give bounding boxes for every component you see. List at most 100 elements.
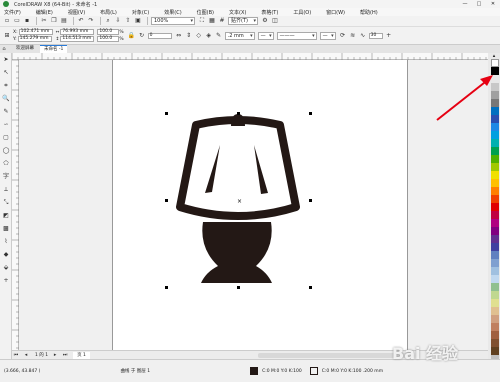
color-swatch[interactable] [491, 179, 499, 187]
last-page-icon[interactable]: ⏭ [61, 351, 69, 359]
wrap-text-icon[interactable]: ≋ [349, 32, 357, 40]
export-icon[interactable]: ⇧ [124, 17, 132, 25]
close-button[interactable]: ✕ [486, 0, 500, 8]
menu-edit[interactable]: 编辑(E) [36, 9, 53, 16]
color-swatch[interactable] [491, 331, 499, 339]
pick-tool-icon[interactable]: ➤ [0, 53, 12, 66]
color-swatch[interactable] [491, 75, 499, 83]
start-arrow-select[interactable]: — [257, 31, 274, 40]
color-swatch[interactable] [491, 251, 499, 259]
y-position-field[interactable]: 145.279 mm [17, 36, 52, 42]
search-icon[interactable]: ⌕ [104, 17, 112, 25]
first-page-icon[interactable]: ⏮ [12, 351, 20, 359]
scale-x-field[interactable]: 100.0 [97, 29, 120, 35]
import-icon[interactable]: ⇩ [114, 17, 122, 25]
interactive-fill-icon[interactable]: ◆ [0, 248, 12, 261]
full-screen-icon[interactable]: ⛶ [198, 17, 206, 25]
home-icon[interactable]: ⌂ [0, 45, 8, 53]
transparency-icon[interactable]: ▩ [0, 222, 12, 235]
menu-effects[interactable]: 效果(C) [164, 9, 181, 16]
menu-file[interactable]: 文件(F) [4, 9, 21, 16]
color-swatch[interactable] [491, 115, 499, 123]
color-swatch[interactable] [491, 203, 499, 211]
color-swatch[interactable] [491, 315, 499, 323]
menu-bitmaps[interactable]: 位图(B) [197, 9, 214, 16]
color-swatch[interactable] [491, 91, 499, 99]
color-swatch[interactable] [491, 139, 499, 147]
connector-tool-icon[interactable]: ⤡ [0, 196, 12, 209]
copy-icon[interactable]: ❐ [50, 17, 58, 25]
page-tab[interactable]: 页 1 [73, 351, 90, 359]
color-swatch[interactable] [491, 67, 499, 75]
minimize-button[interactable]: — [458, 0, 472, 8]
color-swatch[interactable] [491, 131, 499, 139]
color-swatch[interactable] [491, 323, 499, 331]
outline-width-select[interactable]: .2 mm [224, 31, 255, 40]
tab-welcome[interactable]: 欢迎屏幕 [12, 45, 38, 53]
color-swatch[interactable] [491, 259, 499, 267]
mirror-v-icon[interactable]: ⇕ [185, 32, 193, 40]
mirror-h-icon[interactable]: ⇔ [175, 32, 183, 40]
color-swatch[interactable] [491, 275, 499, 283]
color-swatch[interactable] [491, 107, 499, 115]
quick-customize-icon[interactable]: + [385, 32, 393, 40]
zoom-tool-icon[interactable]: 🔍 [0, 92, 12, 105]
drawing-canvas[interactable]: × [19, 60, 488, 350]
paste-icon[interactable]: ▤ [60, 17, 68, 25]
launch-icon[interactable]: ◫ [271, 17, 279, 25]
drop-shadow-icon[interactable]: ◩ [0, 209, 12, 222]
menu-text[interactable]: 文本(X) [229, 9, 246, 16]
color-swatch[interactable] [491, 59, 499, 67]
maximize-button[interactable]: □ [472, 0, 486, 8]
add-tool-icon[interactable]: + [0, 274, 12, 287]
menu-table[interactable]: 表格(T) [261, 9, 278, 16]
x-position-field[interactable]: 102.471 mm [18, 29, 53, 35]
color-swatch[interactable] [491, 267, 499, 275]
menu-window[interactable]: 窗口(W) [326, 9, 345, 16]
rotate-icon[interactable]: ↻ [138, 32, 146, 40]
node-icon[interactable]: ◇ [195, 32, 203, 40]
color-swatch[interactable] [491, 171, 499, 179]
color-swatch[interactable] [491, 195, 499, 203]
publish-pdf-icon[interactable]: ▣ [134, 17, 142, 25]
tab-document[interactable]: 未命名 -1 [40, 45, 68, 53]
color-swatch[interactable] [491, 187, 499, 195]
rulers-icon[interactable]: ▦ [208, 17, 216, 25]
menu-help[interactable]: 帮助(H) [360, 9, 378, 16]
color-swatch[interactable] [491, 283, 499, 291]
settings-icon[interactable]: ⚙ [261, 17, 269, 25]
snap-to-select[interactable]: 贴齐(T) [228, 17, 258, 25]
color-swatch[interactable] [491, 147, 499, 155]
width-field[interactable]: 76.993 mm [60, 29, 95, 35]
smoothing-field[interactable]: 30 [368, 32, 383, 39]
next-page-icon[interactable]: ▸ [51, 351, 59, 359]
color-swatch[interactable] [491, 299, 499, 307]
crop-tool-icon[interactable]: ⌗ [0, 79, 12, 92]
grid-icon[interactable]: # [218, 17, 226, 25]
color-swatch[interactable] [491, 227, 499, 235]
lock-ratio-icon[interactable]: 🔒 [128, 32, 136, 40]
pen-icon[interactable]: ✎ [215, 32, 223, 40]
anchor-icon[interactable]: ⊞ [3, 32, 11, 40]
angle-field[interactable]: 0 [147, 32, 172, 39]
color-swatch[interactable] [491, 235, 499, 243]
color-swatch[interactable] [491, 99, 499, 107]
undo-icon[interactable]: ↶ [77, 17, 85, 25]
ellipse-tool-icon[interactable]: ◯ [0, 144, 12, 157]
cut-icon[interactable]: ✂ [40, 17, 48, 25]
open-icon[interactable]: ▭ [13, 17, 21, 25]
polygon-tool-icon[interactable]: ⬠ [0, 157, 12, 170]
color-swatch[interactable] [491, 243, 499, 251]
smooth-icon[interactable]: ∿ [359, 32, 367, 40]
scale-y-field[interactable]: 100.0 [97, 36, 120, 42]
line-style-select[interactable]: ——— [276, 31, 317, 40]
eyedropper-icon[interactable]: ⌇ [0, 235, 12, 248]
color-swatch[interactable] [491, 291, 499, 299]
text-tool-icon[interactable]: 字 [0, 170, 12, 183]
color-swatch[interactable] [491, 307, 499, 315]
color-swatch[interactable] [491, 123, 499, 131]
lamp-drawing[interactable]: × [165, 112, 312, 289]
rectangle-tool-icon[interactable]: ▢ [0, 131, 12, 144]
color-swatch[interactable] [491, 339, 499, 347]
color-swatch[interactable] [491, 347, 499, 355]
